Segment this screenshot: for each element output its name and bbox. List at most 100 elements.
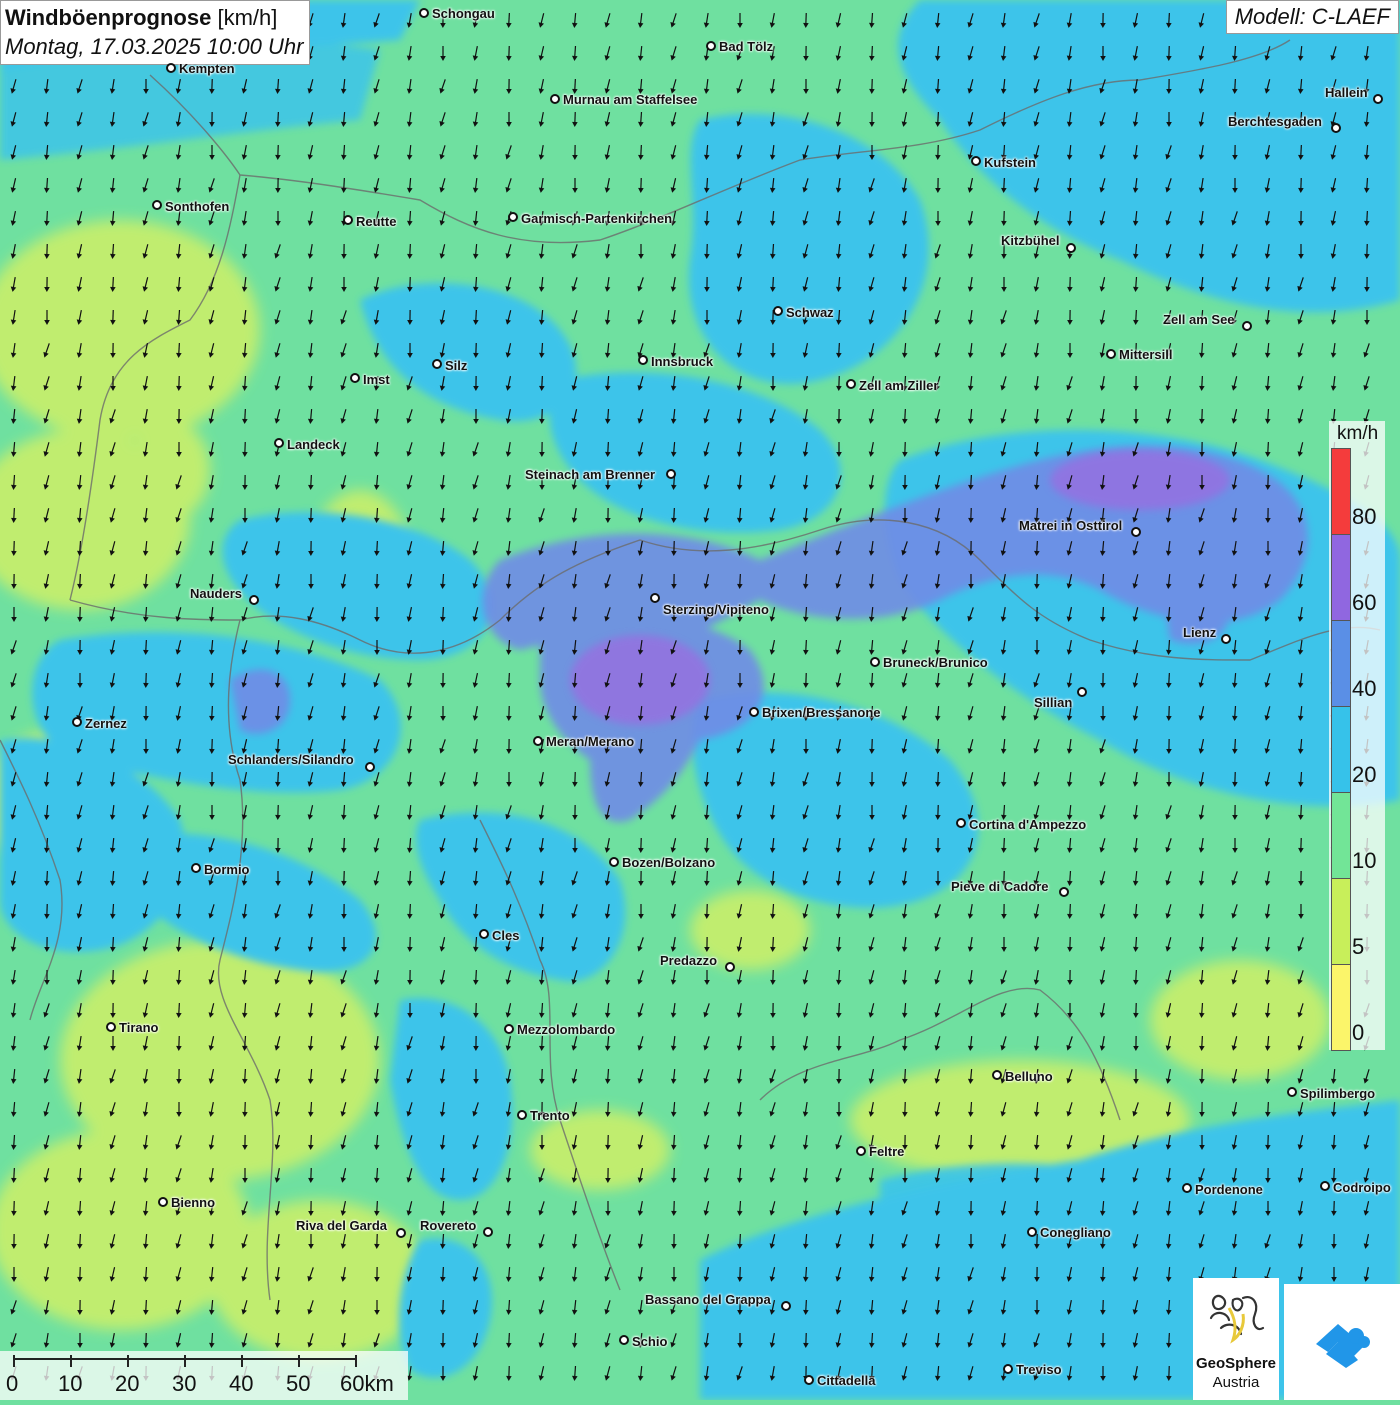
city-label: Spilimbergo — [1300, 1086, 1375, 1101]
legend-band-80 — [1331, 448, 1351, 535]
legend-band-10 — [1331, 792, 1351, 879]
city-marker[interactable] — [533, 736, 543, 746]
city-label: Imst — [363, 372, 390, 387]
city-marker[interactable] — [609, 857, 619, 867]
city-label: Brixen/Bressanone — [762, 705, 881, 720]
legend-tick-5: 5 — [1352, 934, 1364, 960]
city-marker[interactable] — [773, 306, 783, 316]
city-label: Sonthofen — [165, 199, 229, 214]
city-marker[interactable] — [249, 595, 259, 605]
city-label: Schio — [632, 1334, 667, 1349]
city-marker[interactable] — [1320, 1181, 1330, 1191]
city-label: Riva del Garda — [296, 1218, 387, 1233]
legend-band-60 — [1331, 534, 1351, 621]
city-label: Murnau am Staffelsee — [563, 92, 697, 107]
city-marker[interactable] — [992, 1070, 1002, 1080]
city-label: Zernez — [85, 716, 127, 731]
city-label: Bienno — [171, 1195, 215, 1210]
model-label: Modell: C-LAEF — [1226, 0, 1399, 34]
city-marker[interactable] — [1131, 527, 1141, 537]
city-marker[interactable] — [106, 1022, 116, 1032]
city-marker[interactable] — [1373, 94, 1383, 104]
city-label: Silz — [445, 358, 467, 373]
city-label: Bassano del Grappa — [645, 1292, 771, 1307]
city-marker[interactable] — [517, 1110, 527, 1120]
city-marker[interactable] — [419, 8, 429, 18]
city-marker[interactable] — [1221, 634, 1231, 644]
city-marker[interactable] — [1331, 123, 1341, 133]
city-marker[interactable] — [1003, 1364, 1013, 1374]
legend-band-40 — [1331, 620, 1351, 707]
city-label: Rovereto — [420, 1218, 476, 1233]
scale-bar-line — [0, 1351, 408, 1371]
city-marker[interactable] — [706, 41, 716, 51]
city-marker[interactable] — [804, 1375, 814, 1385]
city-marker[interactable] — [166, 63, 176, 73]
city-label: Cittadella — [817, 1373, 876, 1388]
city-label: Cles — [492, 928, 519, 943]
city-marker[interactable] — [274, 438, 284, 448]
city-marker[interactable] — [152, 200, 162, 210]
app-logo[interactable] — [1284, 1284, 1400, 1400]
city-marker[interactable] — [72, 717, 82, 727]
geosphere-logo[interactable]: GeoSphere Austria — [1193, 1278, 1279, 1400]
city-label: Sterzing/Vipiteno — [663, 602, 769, 617]
city-marker[interactable] — [365, 762, 375, 772]
city-marker[interactable] — [1077, 687, 1087, 697]
legend-tick-80: 80 — [1352, 504, 1376, 530]
city-label: Innsbruck — [651, 354, 713, 369]
city-label: Bormio — [204, 862, 250, 877]
city-label: Reutte — [356, 214, 396, 229]
city-marker[interactable] — [846, 379, 856, 389]
city-label: Berchtesgaden — [1228, 114, 1322, 129]
city-marker[interactable] — [749, 707, 759, 717]
legend-tick-0: 0 — [1352, 1020, 1364, 1046]
city-marker[interactable] — [1242, 321, 1252, 331]
city-label: Mittersill — [1119, 347, 1172, 362]
city-marker[interactable] — [1059, 887, 1069, 897]
city-label: Feltre — [869, 1144, 904, 1159]
city-marker[interactable] — [1287, 1087, 1297, 1097]
city-label: Conegliano — [1040, 1225, 1111, 1240]
city-marker[interactable] — [508, 212, 518, 222]
legend-band-20 — [1331, 706, 1351, 793]
city-marker[interactable] — [650, 593, 660, 603]
city-label: Predazzo — [660, 953, 717, 968]
city-marker[interactable] — [666, 469, 676, 479]
city-marker[interactable] — [432, 359, 442, 369]
city-label: Zell am See — [1163, 312, 1235, 327]
city-marker[interactable] — [781, 1301, 791, 1311]
city-label: Bad Tölz — [719, 39, 773, 54]
geosphere-sub: Austria — [1193, 1374, 1279, 1391]
city-marker[interactable] — [638, 355, 648, 365]
city-label: Lienz — [1183, 625, 1216, 640]
scale-label-40: 40 — [229, 1371, 253, 1397]
city-marker[interactable] — [1066, 243, 1076, 253]
city-marker[interactable] — [396, 1228, 406, 1238]
map-datetime: Montag, 17.03.2025 10:00 Uhr — [5, 32, 303, 61]
legend-unit: km/h — [1337, 423, 1378, 445]
city-marker[interactable] — [550, 94, 560, 104]
city-marker[interactable] — [350, 373, 360, 383]
city-marker[interactable] — [191, 863, 201, 873]
city-label: Zell am Ziller — [859, 378, 938, 393]
city-marker[interactable] — [619, 1335, 629, 1345]
city-label: Trento — [530, 1108, 570, 1123]
city-marker[interactable] — [479, 929, 489, 939]
city-label: Landeck — [287, 437, 340, 452]
city-marker[interactable] — [483, 1227, 493, 1237]
city-marker[interactable] — [504, 1024, 514, 1034]
city-marker[interactable] — [725, 962, 735, 972]
city-marker[interactable] — [856, 1146, 866, 1156]
city-marker[interactable] — [158, 1197, 168, 1207]
city-marker[interactable] — [1106, 349, 1116, 359]
city-marker[interactable] — [1027, 1227, 1037, 1237]
city-marker[interactable] — [971, 156, 981, 166]
city-label: Steinach am Brenner — [525, 467, 655, 482]
city-marker[interactable] — [956, 818, 966, 828]
city-label: Cortina d'Ampezzo — [969, 817, 1086, 832]
city-marker[interactable] — [870, 657, 880, 667]
city-marker[interactable] — [343, 215, 353, 225]
city-marker[interactable] — [1182, 1183, 1192, 1193]
city-label: Meran/Merano — [546, 734, 634, 749]
